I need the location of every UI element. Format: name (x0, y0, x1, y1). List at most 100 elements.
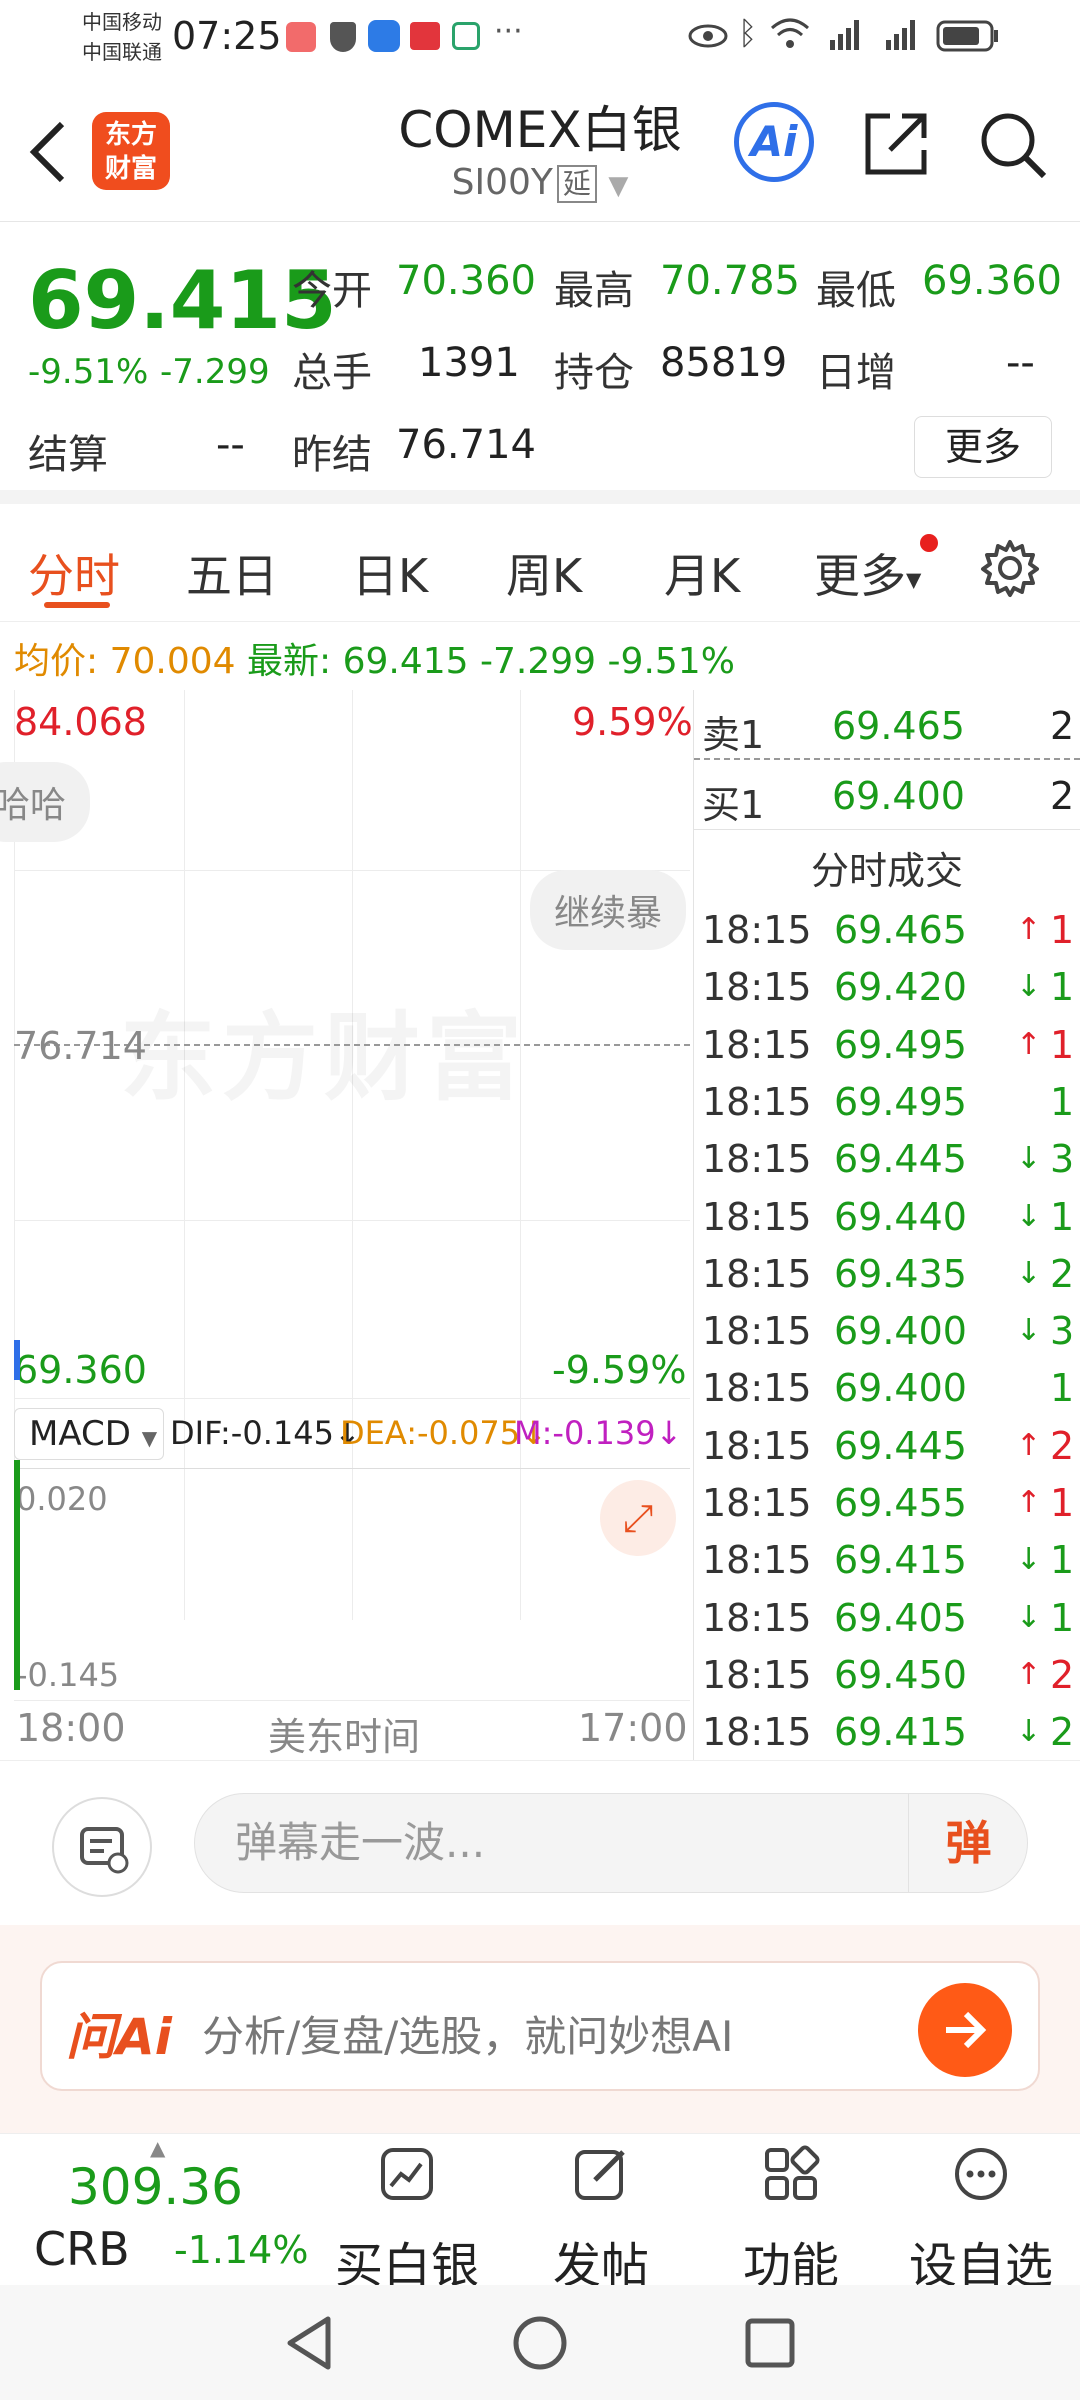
trade-price: 69.445 (834, 1423, 967, 1468)
indicator-selector[interactable]: MACD ▼ (14, 1408, 164, 1460)
trade-price: 69.400 (834, 1309, 967, 1354)
macd-bar (14, 1460, 20, 1690)
trade-time: 18:15 (702, 1423, 812, 1468)
danmu-bubble: 哈哈 (0, 762, 91, 842)
volume-value: 1391 (418, 340, 520, 386)
settle-value: -- (216, 422, 245, 468)
notification-dot (920, 534, 938, 552)
open-interest-value: 85819 (660, 340, 788, 386)
nav-buy-silver[interactable]: 买白银 (312, 2134, 502, 2294)
clock: 07:25 (172, 14, 282, 58)
bid-price: 69.400 (832, 774, 965, 818)
macd-bottom-label: -0.145 (16, 1656, 120, 1694)
ask-row: 卖1 69.465 2 (694, 690, 1080, 760)
macd-m: M:-0.139↓ (514, 1414, 683, 1452)
danmu-settings-button[interactable] (52, 1797, 152, 1897)
tab-intraday[interactable]: 分时 (28, 540, 120, 606)
share-icon[interactable] (860, 108, 932, 180)
ai-query-input[interactable]: 分析/复盘/选股，就问妙想AI (202, 2003, 733, 2064)
ai-assistant-button[interactable]: Ai (734, 102, 814, 182)
trade-row: 18:15 69.455 ↑ 1 (694, 1477, 1080, 1534)
arrow-up-icon: ↑ (1016, 1427, 1042, 1463)
chevron-up-icon: ▲ (150, 2136, 166, 2160)
recents-square-icon[interactable] (742, 2315, 798, 2371)
trade-row: 18:15 69.450 ↑ 2 (694, 1649, 1080, 1706)
expand-icon[interactable]: ⤢ (600, 1480, 676, 1556)
send-danmu-button[interactable]: 弹 (908, 1793, 1028, 1893)
top-price-label: 84.068 (14, 700, 147, 744)
trade-price: 69.400 (834, 1366, 967, 1411)
bid-row: 买1 69.400 2 (694, 760, 1080, 830)
tab-daily-k[interactable]: 日K (352, 540, 428, 606)
tab-more[interactable]: 更多▼ (814, 540, 921, 606)
caret-down-icon: ▼ (906, 567, 922, 592)
danmu-input[interactable]: 弹幕走一波... (194, 1793, 1028, 1893)
trade-time: 18:15 (702, 1022, 812, 1067)
arrow-down-icon: ↓ (1016, 1599, 1042, 1635)
chart-up-icon (381, 2148, 433, 2200)
ai-submit-button[interactable] (918, 1983, 1012, 2077)
trade-row: 18:15 69.435 ↓ 2 (694, 1248, 1080, 1305)
trade-time: 18:15 (702, 1194, 812, 1239)
indicator-name: MACD (29, 1414, 131, 1454)
trade-time: 18:15 (702, 1366, 812, 1411)
daily-increase-label: 日增 (816, 350, 896, 396)
more-notifications-icon: ··· (494, 14, 523, 49)
home-circle-icon[interactable] (510, 2313, 570, 2373)
bottom-nav: ▲ 309.36 CRB -1.14% 买白银 发帖 功能 设自选 (0, 2133, 1080, 2294)
trade-row: 18:15 69.495 1 (694, 1076, 1080, 1133)
trades-title: 分时成交 (810, 849, 963, 893)
latest-percent: -9.51% (607, 641, 735, 682)
avg-price-label: 均价: (14, 641, 99, 682)
nav-functions[interactable]: 功能 (696, 2134, 886, 2294)
macd-dif-value: DIF:-0.145 (170, 1414, 334, 1452)
trade-time: 18:15 (702, 1251, 812, 1296)
last-price: 69.415 (28, 254, 337, 347)
macd-m-value: M:-0.139 (514, 1414, 656, 1452)
index-ticker[interactable]: ▲ 309.36 CRB -1.14% (14, 2134, 314, 2286)
change-value: -7.299 (160, 352, 270, 392)
ai-bar: 问Ai 分析/复盘/选股，就问妙想AI (0, 1925, 1080, 2133)
bottom-percent-label: -9.59% (552, 1348, 687, 1392)
chart-tabs: 分时 五日 日K 周K 月K 更多▼ (0, 504, 1080, 622)
grid-icon (765, 2145, 820, 2200)
nav-post[interactable]: 发帖 (506, 2134, 696, 2294)
trade-time: 18:15 (702, 1595, 812, 1640)
grid-line-h (14, 1398, 690, 1399)
grid-line-v (520, 690, 521, 1620)
index-value: 309.36 (68, 2158, 243, 2216)
grid-line-h (14, 1220, 690, 1221)
tab-monthly-k[interactable]: 月K (664, 540, 740, 606)
grid-line-v (184, 690, 185, 1620)
tab-five-day[interactable]: 五日 (186, 540, 278, 606)
intraday-chart[interactable]: 东方财富 84.068 9.59% 76.714 69.360 -9.59% 哈… (0, 690, 694, 1760)
system-nav-bar (0, 2285, 1080, 2400)
trade-price: 69.495 (834, 1079, 967, 1124)
index-percent: -1.14% (174, 2228, 309, 2272)
open-label: 今开 (292, 268, 372, 314)
prev-settle-value: 76.714 (396, 422, 536, 468)
search-icon[interactable] (976, 108, 1050, 182)
more-quote-button[interactable]: 更多 (914, 416, 1052, 478)
trade-qty: 1 (1050, 908, 1075, 952)
ai-query-box[interactable]: 问Ai 分析/复盘/选股，就问妙想AI (40, 1961, 1040, 2091)
gear-icon[interactable] (980, 538, 1040, 598)
open-value: 70.360 (396, 258, 536, 304)
signal-4g-icon (830, 20, 859, 50)
back-triangle-icon[interactable] (282, 2313, 338, 2373)
trade-time: 18:15 (702, 1079, 812, 1124)
ai-assistant-label: Ai (750, 117, 798, 166)
trade-row: 18:15 69.465 ↑ 1 (694, 904, 1080, 961)
wifi-icon (771, 18, 809, 48)
trade-price: 69.455 (834, 1481, 967, 1525)
arrow-down-icon: ↓ (1016, 1542, 1042, 1578)
bid-qty: 2 (1050, 774, 1075, 818)
trade-qty: 1 (1050, 1481, 1075, 1525)
grid-line-v (352, 690, 353, 1620)
macd-dif: DIF:-0.145↓ (170, 1414, 361, 1452)
trade-price: 69.440 (834, 1194, 967, 1239)
trade-row: 18:15 69.445 ↓ 3 (694, 1133, 1080, 1190)
nav-add-watchlist[interactable]: 设自选 (886, 2134, 1076, 2294)
book-app-icon (410, 22, 440, 50)
tab-weekly-k[interactable]: 周K (506, 540, 582, 606)
